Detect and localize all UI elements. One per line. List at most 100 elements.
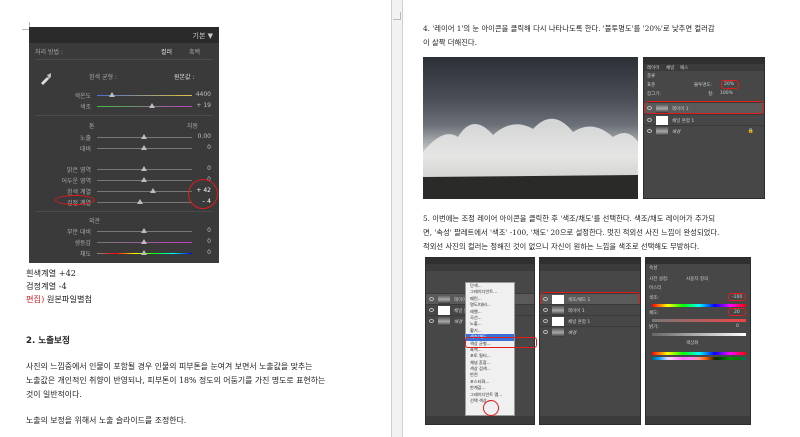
temp-label: 색온도 <box>74 93 91 100</box>
layer-row[interactable]: 채널 혼합 1 <box>644 114 764 125</box>
para1-line1: 사진의 느낌중에서 인물이 포함될 경우 인물의 피부톤을 눈여겨 보면서 노출… <box>26 362 313 371</box>
presence-label: 외관 <box>89 218 101 225</box>
presence-header: 외관 <box>29 216 219 225</box>
treatment-bw-option[interactable]: 흑백 <box>189 47 200 56</box>
eye-icon[interactable] <box>647 129 652 133</box>
wb-dropdown[interactable]: 원본값 : <box>174 72 195 81</box>
layer-name: 채널 혼합 1 <box>672 119 695 124</box>
blend-mode[interactable]: 표준 <box>647 82 655 88</box>
light-value[interactable]: 0 <box>736 324 739 329</box>
edit-rest: 원본파일별첨 <box>44 294 93 304</box>
step4-line2: 이 살짝 더해진다. <box>423 38 477 47</box>
para2: 노출의 보정을 위해서 노출 슬라이드를 조정한다. <box>26 416 187 425</box>
treatment-row: 처리 방법 : 컬러 흑백 <box>29 47 219 56</box>
tint-value[interactable]: + 19 <box>196 102 211 109</box>
temp-value[interactable]: 4400 <box>196 91 211 98</box>
crop-mark <box>393 12 401 20</box>
kind-filter[interactable]: 종류 <box>647 73 655 79</box>
tint-slider-row[interactable]: 색조 + 19 <box>29 102 219 111</box>
opacity-label: 불투명도: <box>694 83 713 88</box>
highlights-thumb[interactable] <box>141 166 147 171</box>
step4-line1: 4. '레이어 1'의 눈 아이콘을 클릭해 다시 나타나도록 한다. '불투명… <box>423 24 715 33</box>
temp-thumb[interactable] <box>109 92 115 97</box>
layer-thumbnail <box>438 295 450 304</box>
tone-auto-button[interactable]: 자동 <box>187 121 198 130</box>
vibrance-thumb[interactable] <box>141 239 147 244</box>
highlights-label: 밝은 영역 <box>67 167 91 174</box>
eye-icon[interactable] <box>429 308 434 312</box>
layer-row[interactable]: 배경 <box>540 326 640 337</box>
tint-track[interactable] <box>97 106 192 107</box>
hue-slider[interactable] <box>652 304 746 307</box>
panel-header: 기본 ▼ <box>29 27 219 43</box>
sat-label: 채도: <box>649 311 659 316</box>
tint-thumb[interactable] <box>149 103 155 108</box>
step5-line1: 5. 이번에는 조정 레이어 아이콘을 클릭한 후 '색조/채도'를 선택한다.… <box>423 214 716 223</box>
saturation-slider-row[interactable]: 채도 0 <box>29 249 219 258</box>
saturation-thumb[interactable] <box>141 250 147 255</box>
shadows-label: 어두운 영역 <box>61 178 91 185</box>
treatment-label: 처리 방법 : <box>35 49 63 56</box>
exposure-slider-row[interactable]: 노출 0.00 <box>29 133 219 142</box>
vibrance-value[interactable]: 0 <box>207 238 211 245</box>
adjustment-menu[interactable]: 단색... 그레이디언트... 패턴... 명도/대비... 레벨... 곡선... 노출.… <box>465 282 515 416</box>
treatment-color-option[interactable]: 컬러 <box>161 47 172 56</box>
temp-slider-row[interactable]: 색온도 4400 <box>29 91 219 100</box>
layer-thumbnail <box>552 306 564 315</box>
sat-slider[interactable] <box>652 319 746 322</box>
wb-label: 흰색 균형 : <box>89 74 117 81</box>
exposure-value[interactable]: 0.00 <box>198 133 211 140</box>
colorize-checkbox[interactable]: 색상화 <box>686 340 698 346</box>
preset-dropdown[interactable]: 사용자 정의 <box>686 276 708 282</box>
tab-paths[interactable]: 패스 <box>680 65 688 71</box>
shadows-thumb[interactable] <box>141 177 147 182</box>
master-dropdown[interactable]: 마스터 <box>649 285 661 291</box>
fill-value[interactable]: 100% <box>720 91 733 96</box>
layer-row[interactable]: 채널 혼합 1 <box>540 315 640 326</box>
blacks-track[interactable] <box>97 202 192 203</box>
whites-thumb[interactable] <box>150 188 156 193</box>
highlights-value[interactable]: 0 <box>207 165 211 172</box>
light-slider[interactable] <box>652 333 746 336</box>
page-gutter <box>392 0 402 437</box>
divider <box>35 211 213 212</box>
clarity-value[interactable]: 0 <box>207 227 211 234</box>
panel-tabs <box>426 264 534 271</box>
clarity-label: 부분 대비 <box>67 229 91 236</box>
blacks-thumb[interactable] <box>137 199 143 204</box>
tone-header: 톤 자동 <box>29 121 219 130</box>
layer-row[interactable]: 배경 🔒 <box>644 125 764 136</box>
ps-layers-panel-1: 레이어 채널 패스 종류 표준 불투명도: 20% 잠그기: 칠: 100% 레… <box>643 57 765 199</box>
tab-channels[interactable]: 채널 <box>666 65 674 71</box>
saturation-value[interactable]: 0 <box>207 249 211 256</box>
eye-icon[interactable] <box>543 308 548 312</box>
contrast-slider-row[interactable]: 대비 0 <box>29 144 219 153</box>
section-heading: 2. 노출보정 <box>26 336 70 346</box>
contrast-thumb[interactable] <box>141 145 147 150</box>
contrast-value[interactable]: 0 <box>207 144 211 151</box>
color-bar-bottom <box>652 357 746 360</box>
infrared-photo <box>423 57 638 199</box>
eye-icon[interactable] <box>429 319 434 323</box>
eye-icon[interactable] <box>429 297 434 301</box>
layer-name: 채널 혼합 1 <box>568 320 591 325</box>
vibrance-slider-row[interactable]: 생동감 0 <box>29 238 219 247</box>
menu-highlight <box>465 337 537 348</box>
eye-icon[interactable] <box>543 319 548 323</box>
whites-track[interactable] <box>97 191 192 192</box>
layer-row[interactable]: 레이어 1 <box>540 304 640 315</box>
divider <box>35 115 213 116</box>
eye-icon[interactable] <box>543 330 548 334</box>
clarity-thumb[interactable] <box>141 228 147 233</box>
properties-title: 속성 <box>649 266 658 271</box>
eye-icon[interactable] <box>647 118 652 122</box>
panel-footer <box>426 416 534 424</box>
opacity-highlight <box>721 80 739 89</box>
exposure-thumb[interactable] <box>141 134 147 139</box>
tab-layers[interactable]: 레이어 <box>647 65 659 71</box>
clarity-slider-row[interactable]: 부분 대비 0 <box>29 227 219 236</box>
highlights-slider-row[interactable]: 밝은 영역 0 <box>29 165 219 174</box>
caption-whites: 흰색계열 +42 <box>26 268 77 278</box>
caption-edit: 편집) 원본파일별첨 <box>26 293 92 306</box>
wb-row: 흰색 균형 : 원본값 : <box>29 72 219 81</box>
